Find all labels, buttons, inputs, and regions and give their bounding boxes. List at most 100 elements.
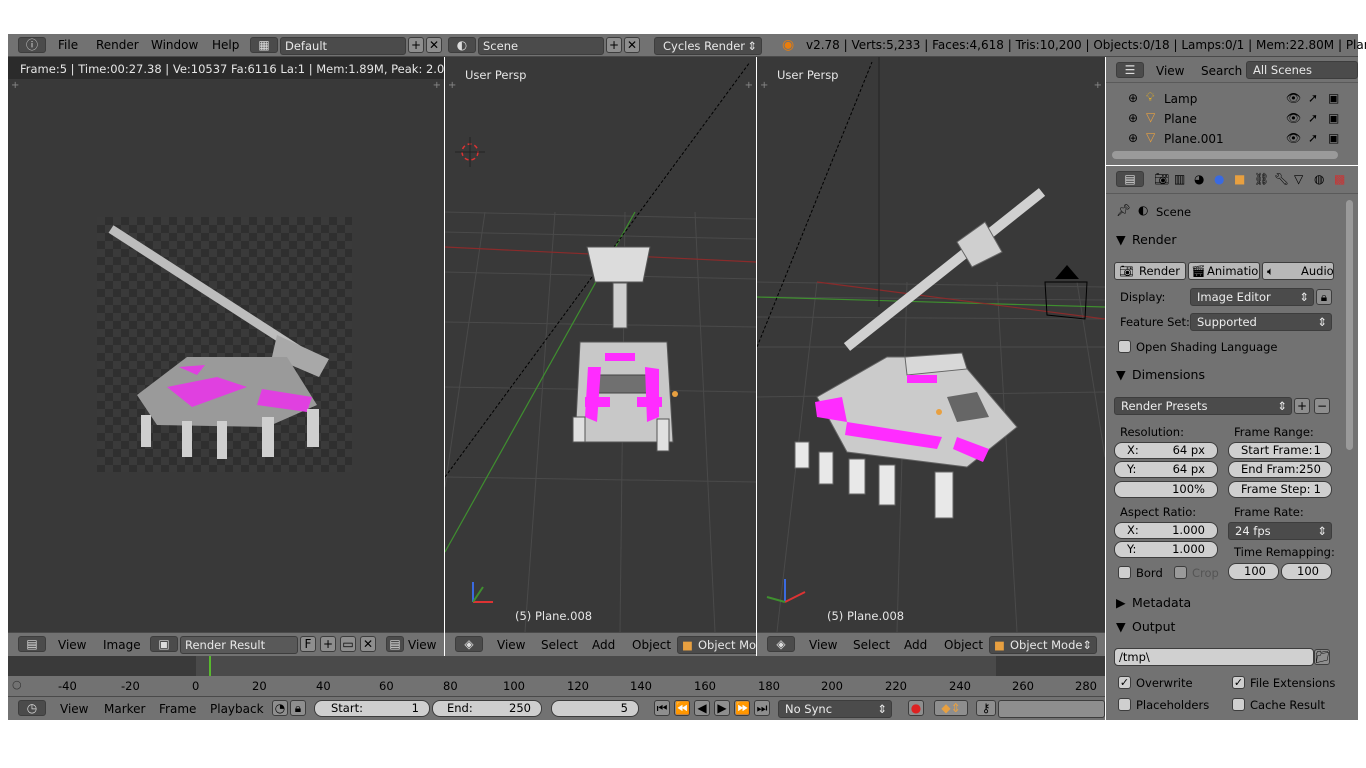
material-tab-icon[interactable]: ◍ [1314,172,1324,186]
render-button[interactable]: 📷︎ Render [1114,262,1186,280]
render-camera-icon[interactable]: ▣ [1328,111,1339,125]
sync-mode-dropdown[interactable]: No Sync ⇕ [778,700,892,718]
menu-marker[interactable]: Marker [104,702,145,716]
menu-select[interactable]: Select [541,638,578,652]
menu-frame[interactable]: Frame [159,702,196,716]
editor-type-info-icon[interactable]: ⓘ [18,37,46,53]
frame-rate-dropdown[interactable]: 24 fps ⇕ [1228,522,1332,540]
editor-type-properties-icon[interactable]: ▤ [1116,171,1144,187]
display-dropdown[interactable]: Image Editor ⇕ [1190,288,1314,306]
render-result-image[interactable] [97,217,352,472]
render-tab-icon[interactable]: 📷︎ [1154,172,1169,186]
output-path-field[interactable]: /tmp\ [1114,648,1314,666]
3d-viewport-front[interactable]: User Persp + + (5) Plane.008 [445,57,756,632]
properties-scrollbar[interactable] [1346,200,1353,450]
start-frame-field[interactable]: Start: 1 [314,700,430,717]
outliner-row-plane[interactable]: ⊕ ▽ Plane 👁︎ ➚ ▣ [1106,109,1358,129]
resolution-x-field[interactable]: X: 64 px [1114,442,1218,459]
remove-preset-button[interactable]: − [1314,398,1330,414]
render-panel-header[interactable]: ▼ Render [1110,229,1340,251]
menu-view[interactable]: View [809,638,837,652]
open-image-icon[interactable]: ▭ [340,636,356,652]
render-camera-icon[interactable]: ▣ [1328,131,1339,145]
image-name-field[interactable]: Render Result [180,636,298,654]
visibility-eye-icon[interactable]: 👁︎ [1286,131,1301,145]
outliner-item-label[interactable]: Plane [1164,112,1197,126]
end-frame-field[interactable]: End Fram: 250 [1228,461,1332,478]
resolution-percent-field[interactable]: 100% [1114,481,1218,498]
menu-window[interactable]: Window [151,38,198,52]
placeholders-checkbox[interactable] [1118,698,1131,711]
browse-folder-icon[interactable]: 📁︎ [1314,649,1330,665]
keying-set-icon[interactable]: ◆⇕ [934,700,968,716]
constraints-tab-icon[interactable]: ⛓︎ [1254,172,1269,186]
properties-editor[interactable]: ▤ 📷︎ ▥ ◕ ● ■ ⛓︎ 🔧︎ ▽ ◍ ▩ 📌︎ ◐ Scene ▼ Re… [1106,166,1358,720]
remove-scene-button[interactable]: ✕ [624,37,640,53]
layers-tab-icon[interactable]: ▥ [1174,172,1185,186]
render-presets-dropdown[interactable]: Render Presets ⇕ [1114,397,1292,415]
feature-set-dropdown[interactable]: Supported ⇕ [1190,313,1332,331]
3d-viewport-perspective[interactable]: User Persp + + (5) Plane.008 [757,57,1105,632]
expand-icon[interactable]: ⊕ [1128,91,1138,105]
menu-view[interactable]: View [58,638,86,652]
dimensions-panel-header[interactable]: ▼ Dimensions [1110,364,1340,386]
add-preset-button[interactable]: + [1294,398,1310,414]
play-icon[interactable]: ▶ [714,700,730,716]
outliner-row-lamp[interactable]: ⊕ 💡︎ Lamp 👁︎ ➚ ▣ [1106,89,1358,109]
texture-tab-icon[interactable]: ▩ [1334,172,1345,186]
screen-layout-icon[interactable]: ▦ [250,37,278,53]
playhead-marker[interactable] [209,656,211,676]
editor-type-3d-icon[interactable]: ◈ [455,636,483,652]
resolution-y-field[interactable]: Y: 64 px [1114,461,1218,478]
menu-image[interactable]: Image [103,638,141,652]
outliner-item-label[interactable]: Lamp [1164,92,1197,106]
object-tab-icon[interactable]: ■ [1234,172,1245,186]
editor-type-outliner-icon[interactable]: ☰ [1116,62,1144,78]
animation-button[interactable]: 🎬︎ Animation [1188,262,1260,280]
jump-keyframe-forward-icon[interactable]: ⏩ [734,700,750,716]
add-scene-button[interactable]: + [606,37,622,53]
expand-icon[interactable]: ⊕ [1128,111,1138,125]
world-tab-icon[interactable]: ● [1214,172,1224,186]
data-tab-icon[interactable]: ▽ [1294,172,1303,186]
menu-search[interactable]: Search [1201,64,1242,78]
play-reverse-icon[interactable]: ◀ [694,700,710,716]
modifiers-tab-icon[interactable]: 🔧︎ [1274,172,1289,186]
select-arrow-icon[interactable]: ➚ [1308,91,1318,105]
outliner-scrollbar[interactable] [1112,151,1338,159]
menu-playback[interactable]: Playback [210,702,264,716]
pin-icon[interactable]: 📌︎ [1116,203,1131,217]
menu-view-mode[interactable]: View [408,638,436,652]
view-mode-icon[interactable]: ▤ [386,636,404,652]
output-panel-header[interactable]: ▼ Output [1110,616,1340,638]
outliner-row-plane001[interactable]: ⊕ ▽ Plane.001 👁︎ ➚ ▣ [1106,129,1358,149]
end-frame-field[interactable]: End: 250 [432,700,542,717]
lock-interface-icon[interactable]: 🔒︎ [1316,289,1332,305]
editor-type-timeline-icon[interactable]: ◷ [18,700,46,716]
menu-help[interactable]: Help [212,38,239,52]
render-engine-dropdown[interactable]: Cycles Render ⇕ [654,37,762,55]
frame-step-field[interactable]: Frame Step: 1 [1228,481,1332,498]
current-frame-field[interactable]: 5 [551,700,639,717]
corner-plus-icon[interactable]: + [11,80,19,91]
menu-object[interactable]: Object [944,638,983,652]
key-icon[interactable]: ⚷ [976,700,996,716]
expand-icon[interactable]: ⊕ [1128,131,1138,145]
start-frame-field[interactable]: Start Frame: 1 [1228,442,1332,459]
menu-render[interactable]: Render [96,38,139,52]
menu-select[interactable]: Select [853,638,890,652]
new-image-button[interactable]: + [320,636,336,652]
lock-range-icon[interactable]: 🔒︎ [290,700,306,716]
jump-start-icon[interactable]: ⏮ [654,700,670,716]
osl-checkbox[interactable] [1118,340,1131,353]
mode-dropdown[interactable]: ■ Object Mode ⇕ [989,636,1097,654]
scene-field[interactable]: Scene [478,37,604,55]
scroll-handle-left-icon[interactable]: ○ [12,678,22,691]
menu-object[interactable]: Object [632,638,671,652]
cache-result-checkbox[interactable] [1232,698,1245,711]
scene-icon[interactable]: ◐ [448,37,476,53]
preview-range-icon[interactable]: ◔ [272,700,288,716]
image-browse-icon[interactable]: ▣ [150,636,178,652]
image-editor[interactable]: Frame:5 | Time:00:27.38 | Ve:10537 Fa:61… [8,57,444,632]
overwrite-checkbox[interactable]: ✓ [1118,676,1131,689]
